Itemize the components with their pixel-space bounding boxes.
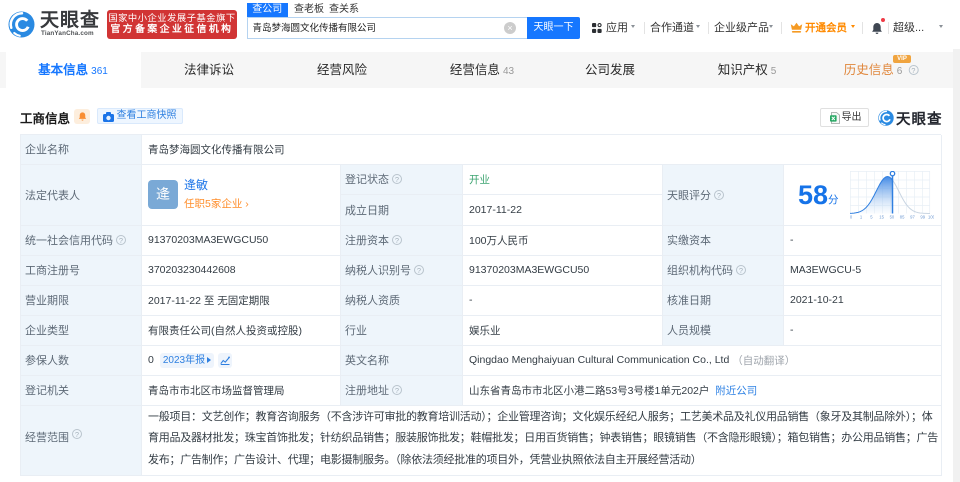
svg-text:1: 1 (860, 214, 863, 219)
svg-text:99: 99 (920, 214, 925, 219)
svg-text:5: 5 (870, 214, 873, 219)
svg-text:97: 97 (910, 214, 915, 219)
svg-text:85: 85 (900, 214, 905, 219)
svg-text:100: 100 (928, 214, 934, 219)
svg-text:50: 50 (890, 214, 895, 219)
svg-text:0: 0 (850, 214, 853, 219)
svg-text:15: 15 (879, 214, 884, 219)
